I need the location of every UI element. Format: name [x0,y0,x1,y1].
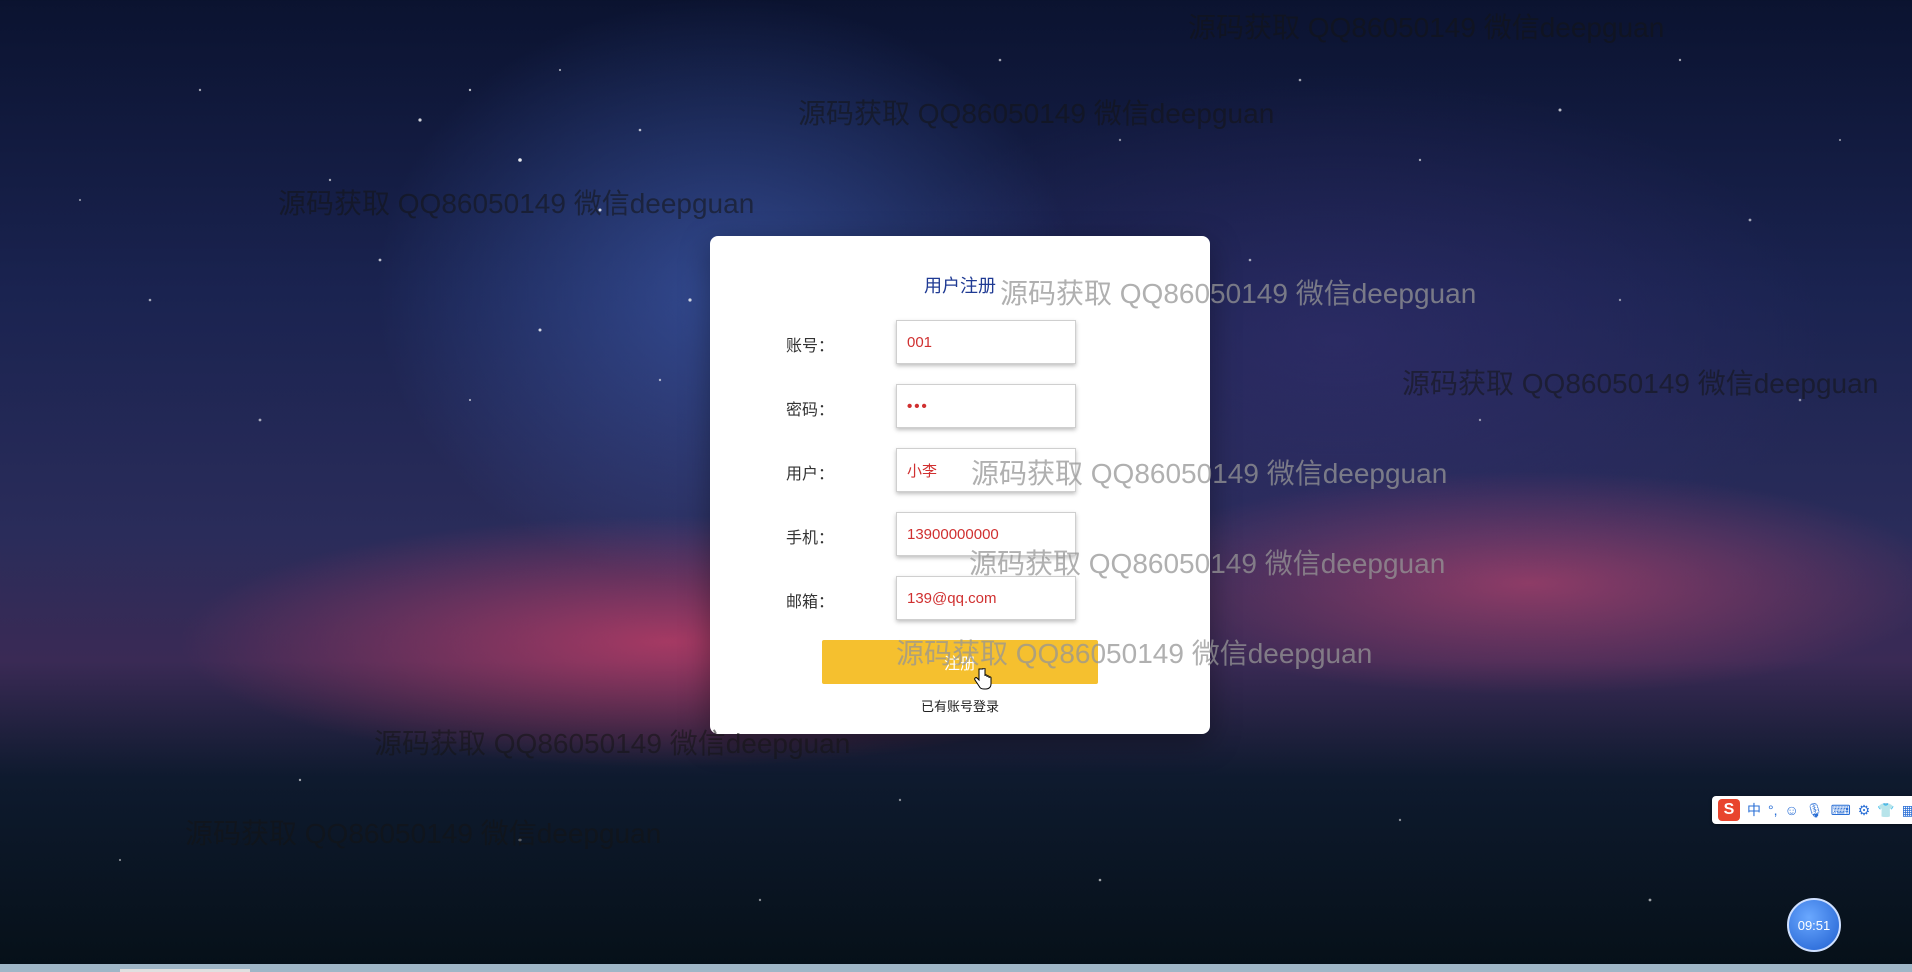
phone-label: 手机： [786,530,835,547]
ime-toolbar[interactable]: S 中 °, ☺ 🎙 ⌨ ⚙ 👕 ▦ [1712,796,1912,824]
microphone-icon[interactable]: 🎙 [1806,802,1824,819]
keyboard-icon[interactable]: ⌨ [1831,802,1851,819]
password-label: 密码： [786,402,835,419]
account-row: 账号： [786,320,1166,366]
email-row: 邮箱： [786,576,1166,622]
skin-icon[interactable]: 👕 [1877,802,1894,819]
phone-row: 手机： [786,512,1166,558]
watermark-text: 源码获取 QQ86050149 微信deepguan [798,98,1275,129]
hand-cursor-icon [974,668,992,690]
watermark-text: 源码获取 QQ86050149 微信deepguan [185,818,662,849]
watermark-text: 源码获取 QQ86050149 微信deepguan [1188,12,1665,43]
email-input[interactable] [896,576,1076,620]
grid-icon[interactable]: ▦ [1902,802,1912,819]
login-link[interactable]: 已有账号登录 [710,696,1210,715]
phone-input[interactable] [896,512,1076,556]
password-input[interactable] [896,384,1076,428]
sogou-logo-icon[interactable]: S [1718,799,1740,821]
password-row: 密码： [786,384,1166,430]
register-button[interactable]: 注册 [822,640,1098,684]
clock-widget[interactable]: 09:51 [1787,898,1841,952]
ime-punctuation[interactable]: °, [1768,802,1778,818]
watermark-text: 源码获取 QQ86050149 微信deepguan [1402,368,1879,399]
account-label: 账号： [786,338,835,355]
smiley-icon[interactable]: ☺ [1785,802,1799,818]
ime-mode[interactable]: 中 [1747,800,1761,820]
username-input[interactable] [896,448,1076,492]
username-row: 用户： [786,448,1166,494]
account-input[interactable] [896,320,1076,364]
bottom-status-bar [0,964,1912,972]
watermark-text: 源码获取 QQ86050149 微信deepguan [278,188,755,219]
register-title: 用户注册 [924,276,996,296]
username-label: 用户： [786,466,835,483]
register-card: 用户注册 账号： 密码： 用户： 手机： 邮箱： 注册 已有账号登录 [710,236,1210,734]
email-label: 邮箱： [786,594,835,611]
tools-icon[interactable]: ⚙ [1858,802,1871,819]
